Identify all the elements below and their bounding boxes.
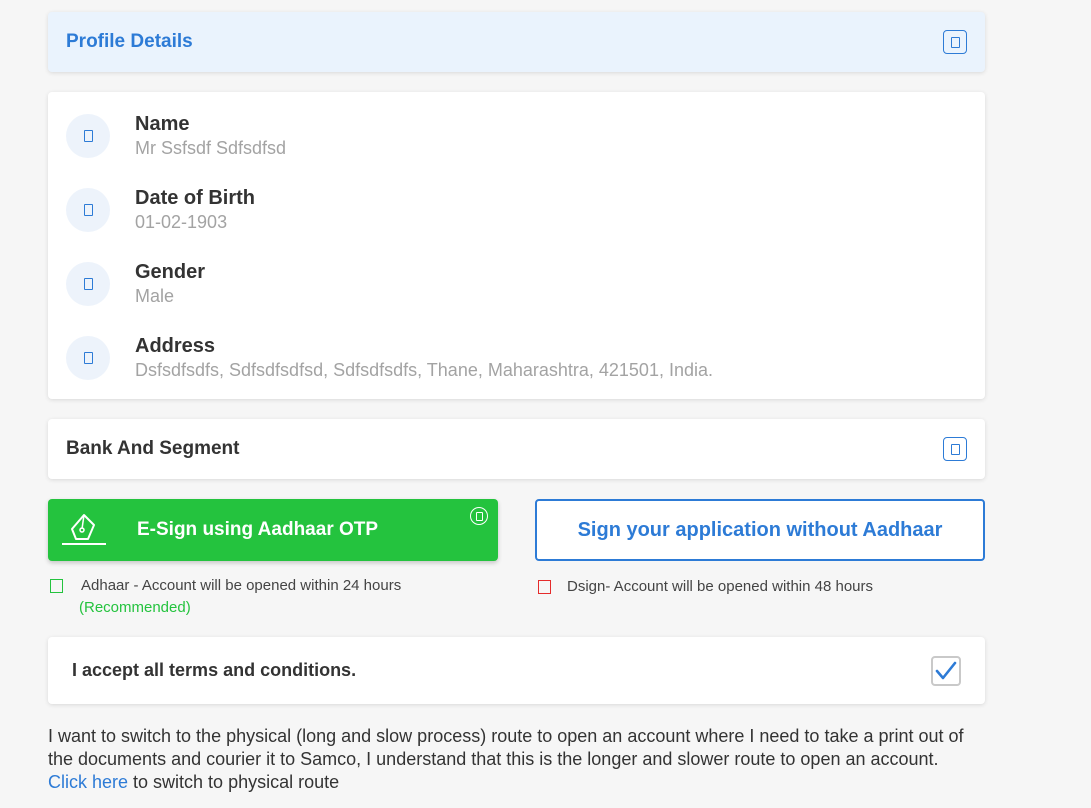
field-gender: Gender Male [66,260,205,308]
field-value: Dsfsdfsdfs, Sdfsdfsdfsd, Sdfsdfsdfs, Tha… [135,360,713,380]
dsign-note-text: Dsign- Account will be opened within 48 … [567,578,874,595]
field-address: Address Dsfsdfsdfs, Sdfsdfsdfsd, Sdfsdfs… [66,334,713,382]
profile-details-header[interactable]: Profile Details [48,12,985,72]
field-value: 01-02-1903 [135,212,228,232]
field-label: Name [135,113,190,135]
checkmark-icon [935,661,957,679]
field-value: Male [135,286,175,306]
click-here-link[interactable]: Click here [48,772,128,792]
gender-icon [66,262,110,306]
profile-details-card: Name Mr Ssfsdf Sdfsdfsd Date of Birth 01… [48,92,985,399]
terms-card: I accept all terms and conditions. [48,637,985,704]
location-icon [66,336,110,380]
field-label: Address [135,335,216,357]
physical-route-text: I want to switch to the physical (long a… [48,725,993,794]
field-label: Date of Birth [135,187,255,209]
esign-aadhaar-label: E-Sign using Aadhaar OTP [137,519,379,540]
terms-label: I accept all terms and conditions. [72,660,357,680]
profile-details-title: Profile Details [66,31,193,52]
sign-without-aadhaar-label: Sign your application without Aadhaar [577,518,943,541]
red-square-icon [538,580,551,594]
field-value: Mr Ssfsdf Sdfsdfsd [135,138,287,158]
bank-toggle-icon[interactable] [943,437,967,461]
profile-toggle-icon[interactable] [943,30,967,54]
physical-route-description: I want to switch to the physical (long a… [48,726,964,769]
green-square-icon [50,579,63,593]
sign-without-aadhaar-button[interactable]: Sign your application without Aadhaar [535,499,985,561]
info-icon[interactable] [470,507,488,525]
user-icon [66,114,110,158]
bank-segment-header[interactable]: Bank And Segment [48,419,985,479]
bank-segment-title: Bank And Segment [66,438,240,459]
calendar-icon [66,188,110,232]
field-name: Name Mr Ssfsdf Sdfsdfsd [66,112,286,160]
physical-route-suffix: to switch to physical route [128,772,340,792]
terms-checkbox[interactable] [931,655,961,686]
aadhaar-note-text: Adhaar - Account will be opened within 2… [81,577,402,594]
field-label: Gender [135,261,206,283]
esign-aadhaar-button[interactable]: E-Sign using Aadhaar OTP [48,499,498,561]
pen-sign-icon [62,514,106,545]
field-date-of-birth: Date of Birth 01-02-1903 [66,186,255,234]
recommended-label: (Recommended) [79,599,191,616]
